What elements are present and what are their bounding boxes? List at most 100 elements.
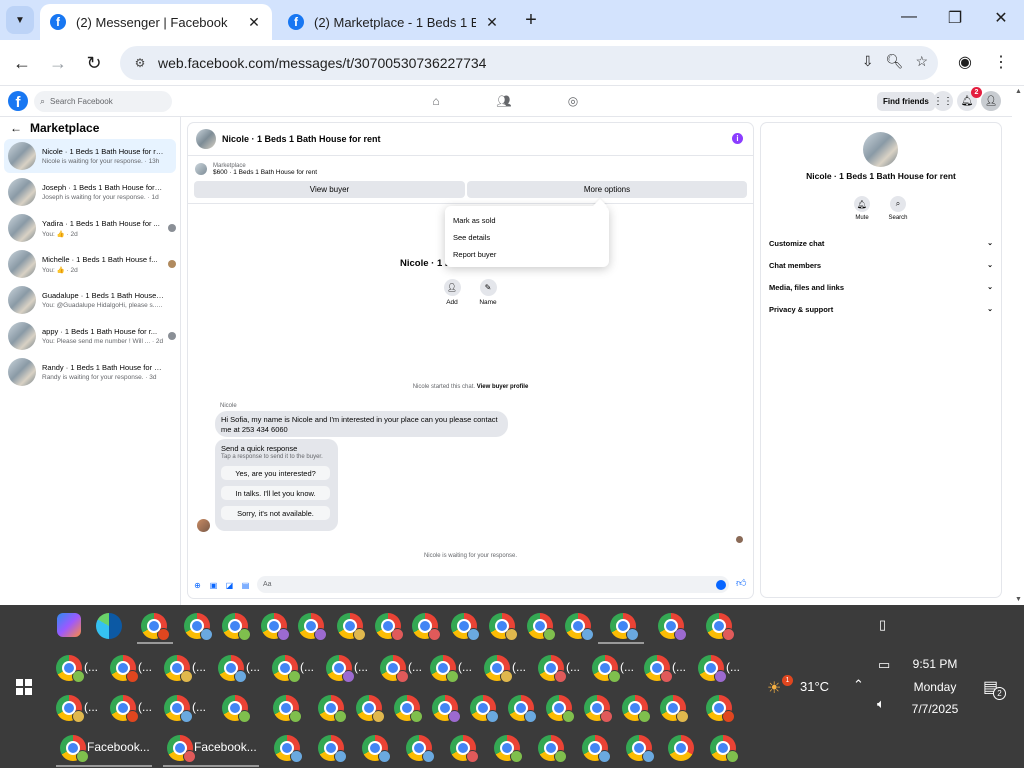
chrome-icon[interactable] — [565, 613, 594, 641]
customize-chat-row[interactable]: Customize chat ⌄ — [769, 236, 993, 250]
find-friends-button[interactable]: Find friends — [877, 92, 935, 111]
sticker-icon[interactable]: ◪ — [224, 580, 235, 591]
clock-date[interactable]: 7/7/2025 — [900, 702, 970, 716]
scroll-down-arrow-icon[interactable]: ▼ — [1015, 596, 1022, 603]
chrome-icon[interactable] — [706, 695, 735, 723]
name-action[interactable]: ✎ Name — [476, 279, 500, 306]
chrome-icon[interactable] — [141, 613, 170, 641]
menu-kebab-icon[interactable]: ⋮ — [990, 52, 1012, 72]
close-tab-icon[interactable]: ✕ — [484, 14, 500, 31]
menu-item-mark-as-sold[interactable]: Mark as sold — [445, 212, 609, 229]
notifications-bell-icon[interactable]: 🔔︎ 2 — [957, 87, 982, 111]
chrome-icon[interactable] — [272, 655, 301, 683]
page-scrollbar[interactable]: ▲ ▼ — [1012, 86, 1024, 605]
view-buyer-button[interactable]: View buyer — [194, 181, 465, 198]
image-icon[interactable]: ▣ — [208, 580, 219, 591]
chrome-icon[interactable] — [56, 655, 85, 683]
chrome-icon[interactable] — [394, 695, 423, 723]
weather-icon[interactable]: ☀ — [767, 678, 781, 698]
chrome-icon[interactable] — [432, 695, 461, 723]
chrome-icon[interactable] — [184, 613, 213, 641]
chrome-icon[interactable] — [450, 735, 479, 763]
conversation-item[interactable]: Nicole · 1 Beds 1 Bath House for rent Nic… — [4, 139, 176, 173]
emoji-icon[interactable] — [716, 580, 726, 590]
windows-start-icon[interactable] — [16, 679, 32, 695]
add-action[interactable]: 👤︎ Add — [440, 279, 464, 306]
chrome-icon[interactable] — [326, 655, 355, 683]
quick-response-option[interactable]: In talks. I'll let you know. — [221, 486, 330, 500]
address-bar[interactable]: ⚙ web.facebook.com/messages/t/3070053073… — [120, 46, 938, 80]
tab-search-button[interactable]: ▼ — [6, 6, 34, 34]
chrome-icon[interactable] — [660, 695, 689, 723]
back-arrow-icon[interactable]: ← — [10, 121, 22, 135]
install-app-icon[interactable]: ⇩ — [862, 53, 874, 70]
conversation-item[interactable]: Joseph · 1 Beds 1 Bath House for re... Jo… — [4, 175, 176, 209]
chrome-icon[interactable] — [470, 695, 499, 723]
chrome-icon[interactable] — [318, 735, 347, 763]
weather-temperature[interactable]: 31°C — [800, 679, 829, 694]
forward-button[interactable]: → — [46, 51, 70, 75]
chrome-icon[interactable] — [110, 695, 139, 723]
conversation-item[interactable]: Yadira · 1 Beds 1 Bath House for ... You:… — [4, 211, 176, 245]
scroll-up-arrow-icon[interactable]: ▲ — [1015, 88, 1022, 95]
chat-title[interactable]: Nicole · 1 Beds 1 Bath House for rent — [222, 134, 381, 144]
chrome-icon[interactable] — [356, 695, 385, 723]
conversation-item[interactable]: appy · 1 Beds 1 Bath House for r... You: … — [4, 319, 176, 353]
chrome-icon[interactable] — [261, 613, 290, 641]
restore-button[interactable]: ❐ — [943, 8, 967, 28]
conversation-item[interactable]: Michelle · 1 Beds 1 Bath House f... You: … — [4, 247, 176, 281]
thumbs-up-icon[interactable]: 👍︎ — [736, 577, 746, 589]
chrome-icon[interactable] — [218, 655, 247, 683]
site-info-icon[interactable]: ⚙ — [130, 53, 150, 73]
chrome-icon[interactable] — [622, 695, 651, 723]
chrome-icon[interactable] — [658, 613, 687, 641]
home-icon[interactable]: ⌂ — [427, 94, 445, 108]
chrome-icon[interactable] — [698, 655, 727, 683]
chrome-icon[interactable] — [451, 613, 480, 641]
back-button[interactable]: ← — [10, 51, 34, 75]
chrome-icon[interactable] — [710, 735, 739, 763]
chrome-icon[interactable] — [222, 613, 251, 641]
chrome-icon[interactable] — [60, 735, 89, 763]
chrome-icon[interactable] — [273, 695, 302, 723]
mute-action[interactable]: 🔔︎ Mute — [847, 196, 877, 221]
chevron-up-icon[interactable]: ⌃ — [853, 677, 864, 693]
search-action[interactable]: ⌕ Search — [883, 196, 913, 221]
tab-messenger[interactable]: f (2) Messenger | Facebook ✕ — [40, 4, 272, 40]
account-avatar[interactable]: 👤︎ — [981, 91, 1001, 111]
chrome-icon[interactable] — [222, 695, 251, 723]
chrome-icon[interactable] — [584, 695, 613, 723]
chrome-icon[interactable] — [164, 695, 193, 723]
tab-marketplace[interactable]: f (2) Marketplace - 1 Beds 1 Bath ✕ — [278, 4, 510, 40]
chrome-icon[interactable] — [610, 613, 639, 641]
chrome-icon[interactable] — [298, 613, 327, 641]
chrome-icon[interactable] — [626, 735, 655, 763]
info-icon[interactable]: i — [732, 133, 743, 144]
facebook-logo-icon[interactable]: f — [8, 91, 28, 111]
conversation-item[interactable]: Randy · 1 Beds 1 Bath House for rent Rand… — [4, 355, 176, 389]
chrome-icon[interactable] — [318, 695, 347, 723]
new-tab-button[interactable]: + — [520, 9, 542, 31]
meet-now-icon[interactable]: ▯ — [879, 617, 886, 633]
chrome-icon[interactable] — [508, 695, 537, 723]
chrome-icon[interactable] — [274, 735, 303, 763]
chrome-icon[interactable] — [56, 695, 85, 723]
url-text[interactable]: web.facebook.com/messages/t/307005307362… — [158, 55, 486, 71]
chrome-icon[interactable] — [484, 655, 513, 683]
reload-button[interactable]: ↻ — [82, 51, 106, 75]
view-buyer-profile-link[interactable]: View buyer profile — [477, 384, 529, 390]
bookmark-star-icon[interactable]: ☆ — [915, 53, 928, 70]
chrome-icon[interactable] — [380, 655, 409, 683]
chrome-icon[interactable] — [337, 613, 366, 641]
zoom-icon[interactable]: 🔍︎ — [886, 53, 904, 70]
friends-icon[interactable]: 👥︎ — [495, 94, 513, 108]
chrome-icon[interactable] — [412, 613, 441, 641]
groups-icon[interactable]: ◎ — [564, 94, 582, 108]
chrome-icon[interactable] — [406, 735, 435, 763]
chrome-icon[interactable] — [582, 735, 611, 763]
menu-item-see-details[interactable]: See details — [445, 229, 609, 246]
chrome-icon[interactable] — [668, 735, 694, 761]
chrome-icon[interactable] — [167, 735, 196, 763]
chat-members-row[interactable]: Chat members ⌄ — [769, 258, 993, 272]
chrome-icon[interactable] — [706, 613, 735, 641]
